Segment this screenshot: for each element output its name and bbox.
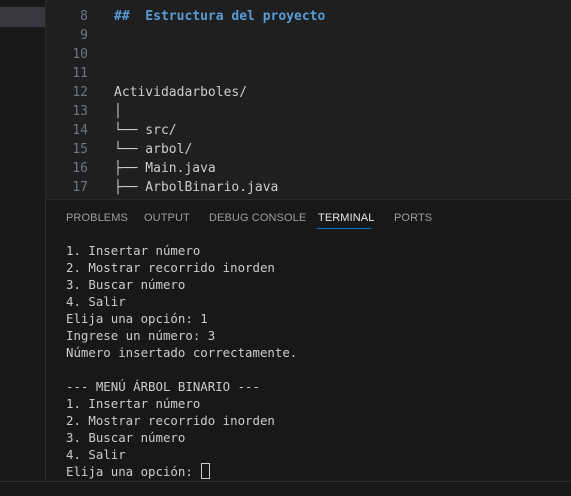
code-line[interactable]: 17 ├── ArbolBinario.java — [46, 178, 571, 197]
tab-ports[interactable]: PORTS — [394, 212, 432, 224]
code-text: ├── Main.java — [114, 161, 216, 176]
line-number: 12 — [72, 85, 88, 100]
code-editor[interactable]: 8 ## Estructura del proyecto 9 10 11 12 Activi… — [46, 0, 571, 199]
terminal-line: --- MENÚ ÁRBOL BINARIO --- — [66, 378, 566, 395]
code-line[interactable]: 12 Actividadarboles/ — [46, 83, 571, 102]
terminal-line: Elija una opción: — [66, 463, 566, 480]
line-number: 15 — [72, 142, 88, 157]
terminal-line-text: 1. Insertar número — [66, 396, 201, 411]
line-number: 17 — [72, 180, 88, 195]
terminal-line: 4. Salir — [66, 293, 566, 310]
line-number: 10 — [72, 47, 88, 62]
terminal-line-text: 3. Buscar número — [66, 277, 186, 292]
panel-tabs: PROBLEMS OUTPUT DEBUG CONSOLE TERMINAL P… — [46, 200, 571, 238]
tab-output[interactable]: OUTPUT — [144, 212, 190, 224]
terminal-line: 4. Salir — [66, 446, 566, 463]
terminal-line-text: 1. Insertar número — [66, 243, 201, 258]
terminal-line: Elija una opción: 1 — [66, 310, 566, 327]
terminal-line-text: Elija una opción: 1 — [66, 311, 208, 326]
terminal-line-text: Ingrese un número: 3 — [66, 328, 216, 343]
active-tab-indicator — [317, 228, 371, 229]
terminal-line: 1. Insertar número — [66, 395, 566, 412]
terminal-line-text: 3. Buscar número — [66, 430, 186, 445]
tab-problems[interactable]: PROBLEMS — [66, 212, 128, 224]
code-line[interactable]: 16 ├── Main.java — [46, 159, 571, 178]
line-number: 11 — [72, 66, 88, 81]
line-number: 16 — [72, 161, 88, 176]
sidebar-selected-item[interactable] — [0, 7, 45, 27]
terminal-line-text: 2. Mostrar recorrido inorden — [66, 413, 275, 428]
line-number: 8 — [80, 9, 88, 24]
status-bar — [0, 481, 571, 496]
terminal-line-text: --- MENÚ ÁRBOL BINARIO --- — [66, 379, 260, 394]
terminal-line-text: Número insertado correctamente. — [66, 345, 298, 360]
bottom-panel: PROBLEMS OUTPUT DEBUG CONSOLE TERMINAL P… — [46, 199, 571, 481]
code-line[interactable]: 10 — [46, 45, 571, 64]
tab-debug-console[interactable]: DEBUG CONSOLE — [209, 212, 306, 224]
code-line[interactable]: 8 ## Estructura del proyecto — [46, 7, 571, 26]
code-line[interactable]: 11 — [46, 64, 571, 83]
line-number: 9 — [80, 28, 88, 43]
terminal-line: 2. Mostrar recorrido inorden — [66, 259, 566, 276]
terminal-cursor — [201, 463, 211, 479]
code-text: └── src/ — [114, 123, 177, 138]
terminal-line: Ingrese un número: 3 — [66, 327, 566, 344]
editor-scrollbar[interactable] — [557, 0, 571, 199]
code-text: │ — [114, 104, 122, 119]
code-line[interactable]: 15 └── arbol/ — [46, 140, 571, 159]
code-text: Actividadarboles/ — [114, 85, 248, 100]
terminal-line: 1. Insertar número — [66, 242, 566, 259]
code-line[interactable]: 13 │ — [46, 102, 571, 121]
line-number: 14 — [72, 123, 88, 138]
terminal-output[interactable]: 1. Insertar número 2. Mostrar recorrido i… — [66, 242, 566, 480]
code-line[interactable]: 9 — [46, 26, 571, 45]
tab-terminal[interactable]: TERMINAL — [318, 212, 374, 224]
terminal-line-text: 4. Salir — [66, 447, 126, 462]
terminal-line-text: 4. Salir — [66, 294, 126, 309]
terminal-line-text: Elija una opción: — [66, 464, 201, 479]
terminal-line: 3. Buscar número — [66, 429, 566, 446]
code-text: ├── ArbolBinario.java — [114, 180, 279, 195]
terminal-line: 2. Mostrar recorrido inorden — [66, 412, 566, 429]
code-text: ## Estructura del proyecto — [114, 9, 326, 24]
line-number: 13 — [72, 104, 88, 119]
terminal-line-text: 2. Mostrar recorrido inorden — [66, 260, 275, 275]
activity-sidebar — [0, 0, 46, 496]
terminal-line: Número insertado correctamente. — [66, 344, 566, 361]
code-line[interactable]: 14 └── src/ — [46, 121, 571, 140]
code-text: └── arbol/ — [114, 142, 193, 157]
terminal-line: 3. Buscar número — [66, 276, 566, 293]
